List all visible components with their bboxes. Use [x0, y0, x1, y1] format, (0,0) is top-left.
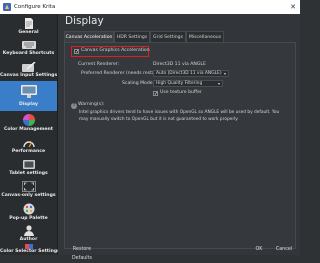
sidebar-item-pop-up-palette[interactable]: Pop-up Palette	[0, 201, 57, 223]
canvas-acceleration-panel: ✓ Canvas Graphics Acceleration Current R…	[64, 42, 296, 249]
page-title: Display	[65, 15, 104, 27]
title-bar: Configure Krita ✕	[0, 0, 300, 14]
sidebar-item-tablet-settings[interactable]: Tablet settings	[0, 157, 57, 179]
krita-logo-icon	[3, 3, 11, 11]
sidebar-item-color-selector-settings[interactable]: Color Selector Settings	[0, 244, 60, 255]
tab-hdr-settings[interactable]: HDR Settings	[114, 31, 150, 42]
close-icon[interactable]: ✕	[290, 0, 296, 14]
sidebar-item-display[interactable]: Display	[0, 81, 57, 111]
tab-canvas-acceleration[interactable]: Canvas Acceleration	[64, 31, 114, 42]
sidebar-item-canvas-only-settings[interactable]: Canvas-only settings	[0, 179, 57, 201]
current-renderer-label: Current Renderer:	[78, 62, 120, 67]
color-wheel-icon	[22, 114, 35, 126]
chevron-down-icon: ▾	[223, 71, 226, 76]
window-title: Configure Krita	[14, 4, 56, 10]
sidebar-item-label: Tablet settings	[9, 171, 48, 176]
sidebar-item-canvas-input-settings[interactable]: Canvas Input Settings	[0, 60, 57, 81]
settings-sidebar: General Keyboard Shortcuts Canvas Input …	[0, 14, 60, 255]
sidebar-item-keyboard-shortcuts[interactable]: Keyboard Shortcuts	[0, 38, 57, 59]
scaling-mode-select[interactable]: High Quality Filtering ▾	[153, 80, 223, 87]
sidebar-item-label: Canvas-only settings	[1, 193, 56, 198]
preferred-renderer-select[interactable]: Auto (Direct3D 11 via ANGLE) ▾	[153, 70, 229, 77]
cancel-button[interactable]: Cancel	[272, 245, 296, 254]
preferred-renderer-label: Preferred Renderer (needs restart):	[81, 71, 162, 76]
sidebar-item-label: Pop-up Palette	[9, 216, 48, 221]
sidebar-item-label: General	[18, 30, 39, 35]
sidebar-item-label: Display	[19, 102, 38, 107]
texture-buffer-label: Use texture buffer	[160, 90, 202, 95]
tab-miscellaneous[interactable]: Miscellaneous	[186, 31, 224, 42]
palette-icon	[23, 203, 34, 215]
info-icon: !	[71, 103, 77, 109]
tablet-icon	[22, 160, 35, 169]
restore-defaults-button[interactable]: Restore Defaults	[64, 245, 100, 261]
ok-button[interactable]: OK	[251, 245, 267, 254]
monitor-icon	[20, 85, 37, 98]
enable-acceleration-checkbox[interactable]: ✓	[74, 49, 79, 55]
document-icon	[24, 18, 33, 29]
sidebar-item-label: Color Selector Settings	[0, 249, 60, 254]
fullscreen-icon	[22, 181, 35, 192]
user-icon	[23, 225, 34, 236]
sidebar-item-label: Keyboard Shortcuts	[2, 51, 55, 56]
chevron-down-icon: ▾	[217, 81, 220, 86]
warning-title: Warning(s):	[78, 102, 105, 107]
performance-icon	[22, 141, 35, 148]
sidebar-item-color-management[interactable]: Color Management	[0, 112, 57, 136]
texture-buffer-checkbox[interactable]: ✓	[153, 91, 158, 97]
warning-line-1: Intel graphics drivers tend to have issu…	[79, 110, 280, 115]
warning-line-2: may manually switch to OpenGL but it is …	[79, 117, 239, 122]
pen-tablet-icon	[21, 62, 35, 72]
sidebar-item-label: Color Management	[4, 127, 53, 132]
sidebar-item-performance[interactable]: Performance	[0, 136, 57, 157]
tab-grid-settings[interactable]: Grid Settings	[150, 31, 186, 42]
enable-acceleration-label: Canvas Graphics Acceleration	[81, 48, 150, 53]
sidebar-item-label: Author	[19, 237, 38, 242]
current-renderer-value: Direct3D 11 via ANGLE	[153, 62, 206, 67]
sidebar-item-label: Performance	[11, 149, 46, 154]
scaling-mode-label: Scaling Mode:	[122, 81, 155, 86]
settings-content: Display Canvas Acceleration HDR Settings…	[58, 14, 300, 261]
sidebar-item-general[interactable]: General	[0, 16, 57, 38]
keyboard-icon	[21, 41, 36, 49]
sidebar-item-author[interactable]: Author	[0, 223, 57, 244]
sidebar-item-label: Canvas Input Settings	[0, 73, 58, 78]
